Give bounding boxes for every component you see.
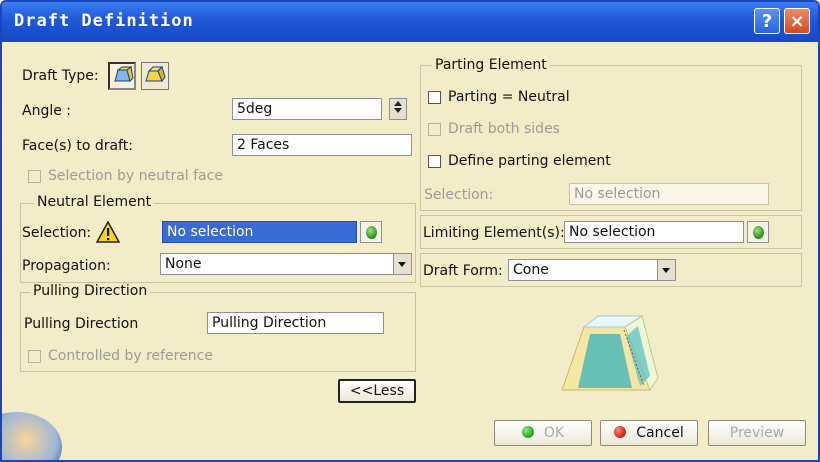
draft-type-reflect-button[interactable] [108, 62, 136, 90]
limiting-element-field[interactable]: No selection [564, 221, 744, 243]
title-bar[interactable]: Draft Definition ? × [2, 2, 818, 42]
angle-input[interactable]: 5deg [232, 98, 382, 120]
neutral-selection-mode-button[interactable] [360, 221, 382, 243]
parting-element-legend: Parting Element [432, 57, 550, 73]
faces-input[interactable]: 2 Faces [232, 134, 412, 156]
neutral-selection-label: Selection: [22, 225, 92, 241]
draft-form-value: Cone [513, 262, 549, 278]
pulling-direction-label: Pulling Direction [24, 316, 139, 332]
draft-type-label: Draft Type: [22, 68, 99, 84]
faces-label: Face(s) to draft: [22, 138, 133, 154]
less-button[interactable]: <<Less [338, 379, 416, 403]
draft-form-label: Draft Form: [423, 263, 503, 279]
parting-neutral-checkbox[interactable] [428, 91, 441, 104]
warning-icon [96, 221, 120, 243]
pulling-direction-input[interactable]: Pulling Direction [207, 312, 384, 334]
define-parting-element-checkbox[interactable] [428, 155, 441, 168]
cancel-icon [614, 426, 627, 438]
close-button[interactable]: × [784, 8, 810, 34]
neutral-element-legend: Neutral Element [34, 194, 155, 210]
draft-type-variable-button[interactable] [141, 62, 169, 90]
draft-variable-icon [145, 66, 166, 83]
ok-button[interactable]: OK [494, 420, 592, 446]
parting-neutral-label: Parting = Neutral [448, 89, 570, 105]
propagation-select[interactable]: None [160, 253, 412, 275]
angle-label: Angle : [22, 103, 72, 119]
parting-selection-label: Selection: [424, 187, 494, 203]
draft-both-sides-checkbox[interactable] [428, 123, 441, 136]
selection-by-neutral-face-checkbox[interactable] [28, 170, 41, 183]
ok-icon [521, 426, 534, 438]
chevron-down-icon [393, 254, 411, 274]
draft-reflect-icon [114, 66, 134, 82]
controlled-by-reference-checkbox[interactable] [28, 350, 41, 363]
draft-preview-illustration [561, 315, 659, 392]
parting-selection-field[interactable]: No selection [569, 183, 769, 205]
product-logo [2, 412, 62, 460]
propagation-value: None [165, 256, 202, 272]
preview-button[interactable]: Preview [708, 420, 806, 446]
window-title: Draft Definition [14, 11, 194, 31]
neutral-selection-field[interactable]: No selection [162, 221, 357, 243]
cancel-button[interactable]: Cancel [600, 420, 698, 446]
draft-both-sides-label: Draft both sides [448, 121, 560, 137]
selection-by-neutral-face-label: Selection by neutral face [48, 168, 223, 184]
help-button[interactable]: ? [754, 8, 780, 34]
ok-label: OK [543, 425, 565, 441]
define-parting-element-label: Define parting element [448, 153, 611, 169]
controlled-by-reference-label: Controlled by reference [48, 348, 213, 364]
limiting-element-label: Limiting Element(s): [423, 225, 565, 241]
cancel-label: Cancel [636, 425, 684, 441]
draft-form-select[interactable]: Cone [508, 259, 676, 281]
angle-spinner[interactable] [389, 98, 407, 120]
chevron-down-icon [657, 260, 675, 280]
limiting-selection-mode-button[interactable] [747, 221, 769, 243]
propagation-label: Propagation: [22, 258, 111, 274]
draft-definition-dialog: Draft Definition ? × Draft Type: Angle :… [0, 0, 820, 462]
pulling-direction-legend: Pulling Direction [30, 283, 151, 299]
